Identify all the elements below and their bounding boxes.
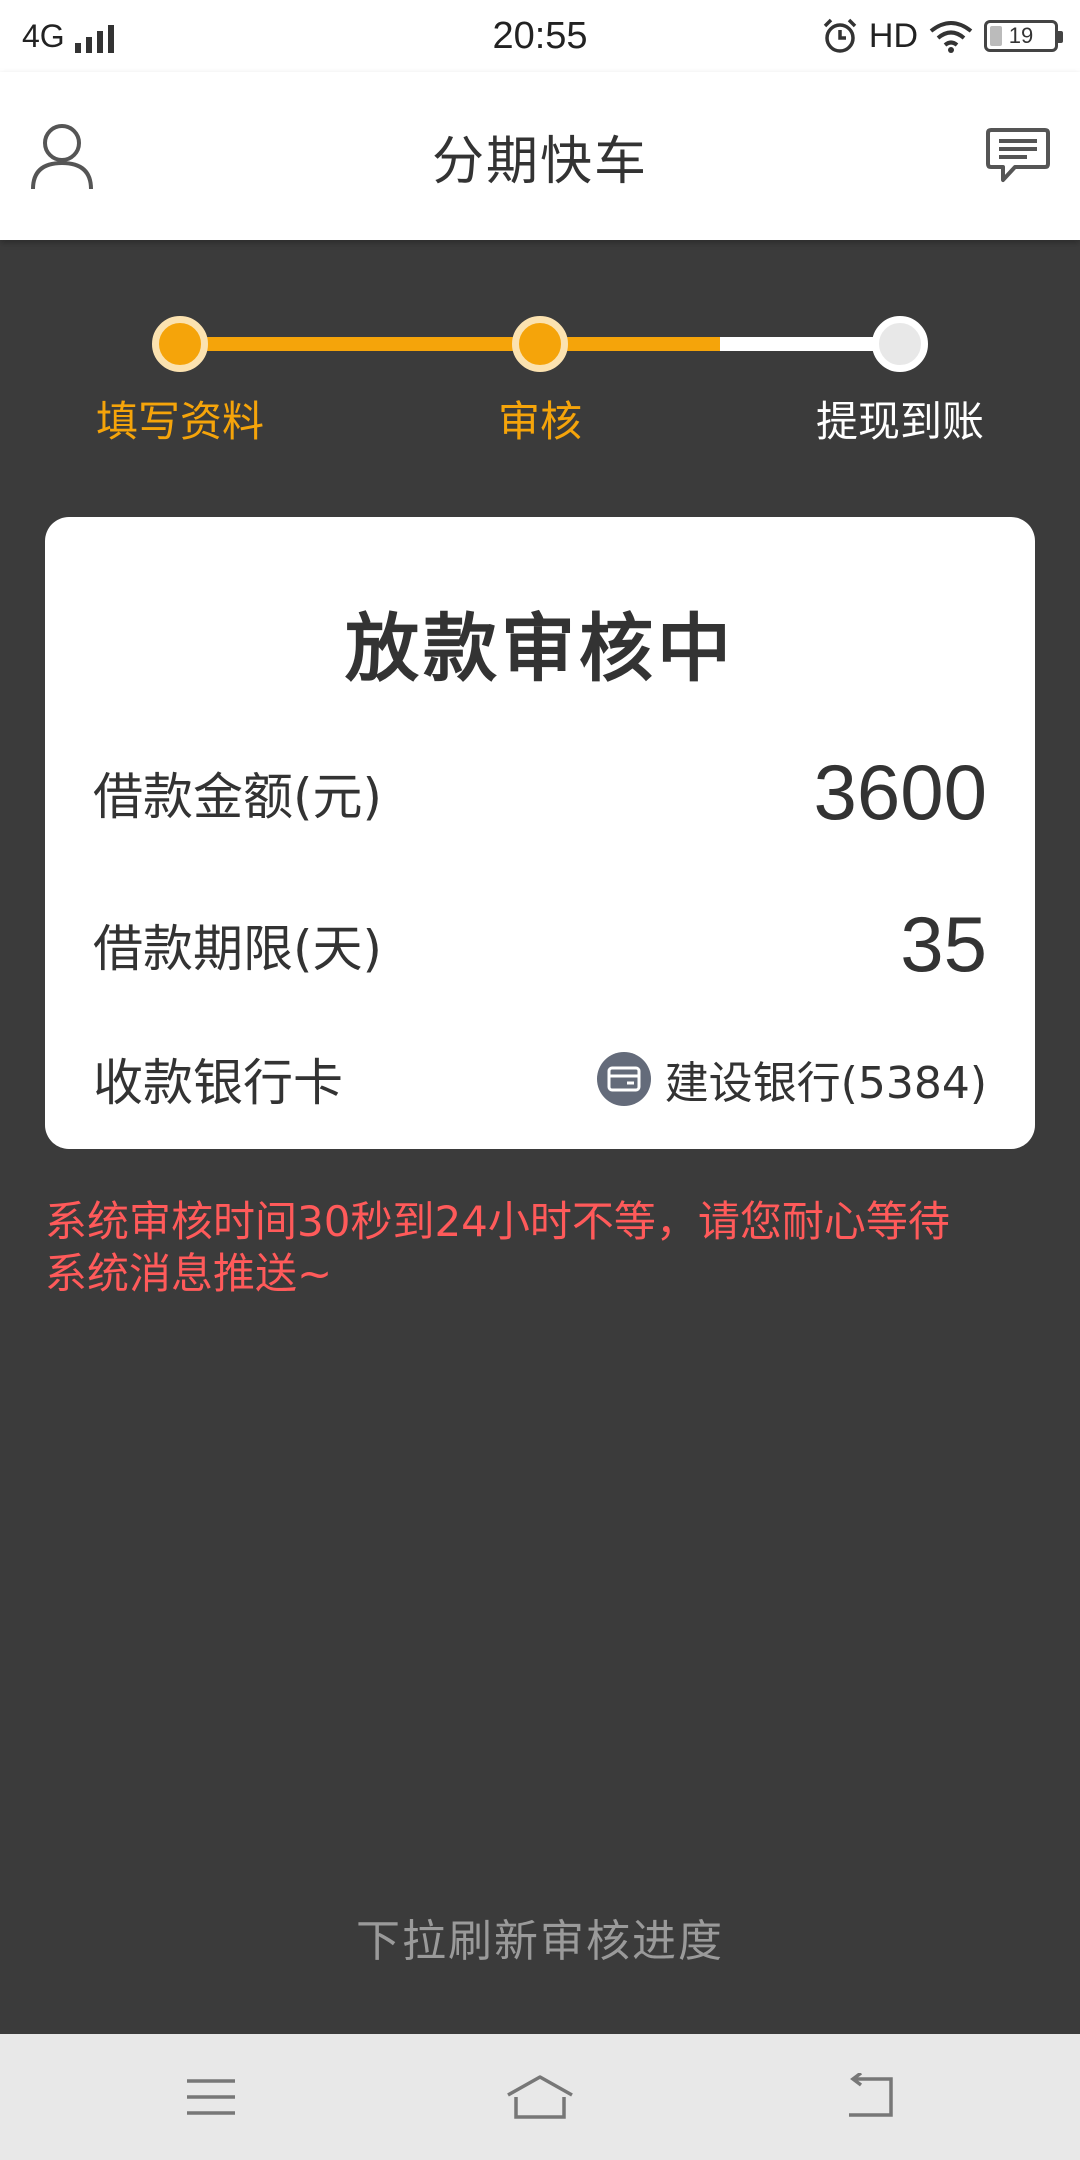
notice-line-2: 系统消息推送~	[45, 1249, 333, 1298]
loan-amount-row: 借款金额(元) 3600	[93, 747, 987, 838]
status-right: HD 19	[821, 16, 1063, 56]
menu-button[interactable]	[166, 2062, 256, 2132]
home-button[interactable]	[495, 2062, 585, 2132]
message-icon	[986, 128, 1050, 182]
battery-level: 19	[1008, 23, 1034, 48]
alarm-icon	[823, 18, 857, 53]
network-type: 4G	[22, 17, 65, 54]
menu-icon	[187, 2079, 235, 2115]
system-nav-bar	[0, 2034, 1080, 2160]
bank-card-info: 建设银行(5384)	[596, 1047, 987, 1111]
message-button[interactable]	[978, 116, 1058, 196]
loan-term-label: 借款期限(天)	[93, 919, 383, 978]
signal-icon	[74, 24, 114, 53]
user-icon	[31, 124, 93, 190]
battery-icon: 19	[984, 20, 1063, 52]
back-button[interactable]	[824, 2062, 914, 2132]
status-left: 4G	[22, 18, 119, 55]
loan-amount-label: 借款金额(元)	[93, 767, 383, 826]
home-icon	[507, 2075, 573, 2119]
hd-label: HD	[868, 16, 918, 55]
user-button[interactable]	[22, 116, 102, 196]
bank-card-label: 收款银行卡	[93, 1054, 343, 1112]
back-icon	[849, 2073, 893, 2117]
notice-line-1: 系统审核时间30秒到24小时不等，请您耐心等待	[45, 1197, 950, 1246]
pull-to-refresh-hint: 下拉刷新审核进度	[356, 1916, 724, 1967]
progress-track-completed	[180, 337, 720, 351]
step-label-fill-info: 填写资料	[95, 397, 265, 446]
step-dot-review	[512, 316, 568, 372]
bank-card-icon	[596, 1052, 651, 1106]
bank-card-row: 收款银行卡 建设银行(5384)	[93, 1043, 987, 1115]
loan-term-row: 借款期限(天) 35	[93, 899, 987, 990]
loan-status-card: 放款审核中 借款金额(元) 3600 借款期限(天) 35 收款银行卡 建设银行…	[45, 517, 1035, 1149]
step-dot-fill-info	[152, 316, 208, 372]
loan-term-value: 35	[900, 900, 987, 988]
step-label-review: 审核	[497, 397, 583, 446]
status-bar: 4G 20:55 HD 19	[0, 0, 1080, 72]
step-dot-withdraw	[872, 316, 928, 372]
bank-card-value: 建设银行(5384)	[664, 1058, 987, 1109]
card-title: 放款审核中	[345, 606, 735, 692]
app-header: 分期快车	[0, 72, 1080, 240]
review-notice: 系统审核时间30秒到24小时不等，请您耐心等待 系统消息推送~	[45, 1196, 1035, 1300]
page-title: 分期快车	[431, 131, 648, 192]
loan-amount-value: 3600	[813, 748, 987, 836]
progress-stepper: 填写资料 审核 提现到账	[0, 300, 1080, 450]
step-label-withdraw: 提现到账	[815, 397, 985, 446]
wifi-icon	[929, 21, 973, 53]
